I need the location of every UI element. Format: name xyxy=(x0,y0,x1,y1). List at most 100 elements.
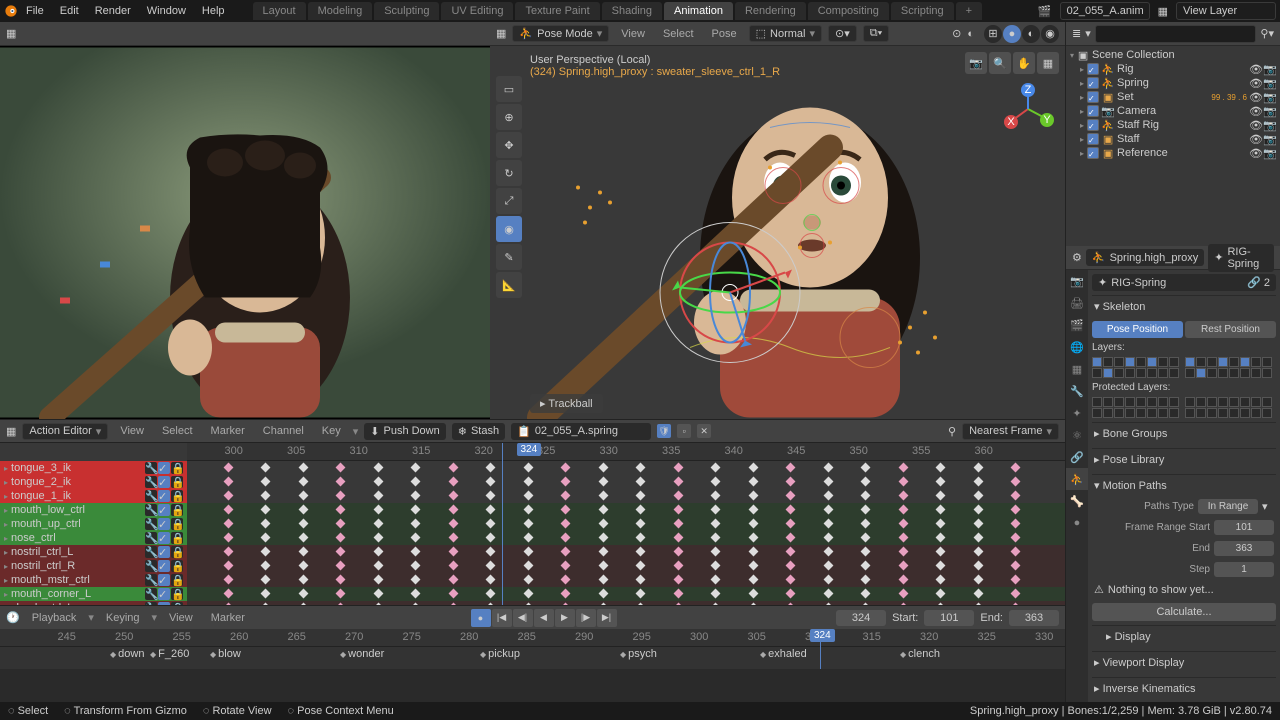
play-button[interactable]: ▶ xyxy=(555,609,575,627)
measure-tool[interactable]: 📐 xyxy=(496,272,522,298)
snap-select[interactable]: ⧉▾ xyxy=(863,25,889,42)
layer-cell[interactable] xyxy=(1251,408,1261,418)
tab-modeling[interactable]: Modeling xyxy=(308,2,373,20)
layer-cell[interactable] xyxy=(1136,397,1146,407)
layer-cell[interactable] xyxy=(1092,357,1102,367)
layer-cell[interactable] xyxy=(1092,408,1102,418)
layer-cell[interactable] xyxy=(1169,357,1179,367)
layer-cell[interactable] xyxy=(1251,357,1261,367)
protected-layer-grid[interactable] xyxy=(1092,397,1276,418)
layer-cell[interactable] xyxy=(1218,357,1228,367)
physics-tab-icon[interactable]: ⚛ xyxy=(1066,424,1088,446)
tab-add[interactable]: + xyxy=(956,2,982,20)
overlay-toggle[interactable]: ⊙ xyxy=(952,27,961,40)
view-layer-field[interactable] xyxy=(1176,2,1276,20)
keyframe-row[interactable] xyxy=(187,573,1065,587)
transform-tool[interactable]: ◉ xyxy=(496,216,522,242)
layer-cell[interactable] xyxy=(1169,368,1179,378)
editor-type-icon[interactable]: ▦ xyxy=(496,27,506,40)
zoom-icon[interactable]: 🔍 xyxy=(989,52,1011,74)
stash-button[interactable]: ❄ Stash xyxy=(452,423,505,440)
tab-shading[interactable]: Shading xyxy=(602,2,662,20)
layer-cell[interactable] xyxy=(1125,408,1135,418)
push-down-button[interactable]: ⬇ Push Down xyxy=(364,423,445,440)
object-name[interactable]: ⛹ Spring.high_proxy xyxy=(1086,249,1204,266)
layer-cell[interactable] xyxy=(1218,408,1228,418)
scale-tool[interactable]: ⤢ xyxy=(496,188,522,214)
outliner-item[interactable]: ▸⛹Rig👁📷 xyxy=(1066,62,1280,76)
rest-position-button[interactable]: Rest Position xyxy=(1185,321,1276,338)
playhead[interactable] xyxy=(502,443,503,605)
channel-row[interactable]: ▸tongue_1_ik🔧✓🔒 xyxy=(0,489,187,503)
pose-menu[interactable]: Pose xyxy=(706,27,743,41)
end-frame-field[interactable]: 363 xyxy=(1009,610,1059,626)
calculate-button[interactable]: Calculate... xyxy=(1092,603,1276,621)
layer-cell[interactable] xyxy=(1158,397,1168,407)
layer-cell[interactable] xyxy=(1125,357,1135,367)
action-editor-type[interactable]: Action Editor▾ xyxy=(22,423,108,440)
keyframe-row[interactable] xyxy=(187,545,1065,559)
editor-type-icon[interactable]: ▦ xyxy=(6,27,16,40)
outliner-item[interactable]: ▸▣Staff👁📷 xyxy=(1066,132,1280,146)
layer-cell[interactable] xyxy=(1125,397,1135,407)
next-key-button[interactable]: |▶ xyxy=(576,609,596,627)
output-tab-icon[interactable]: 🖨 xyxy=(1066,292,1088,314)
playback-menu[interactable]: Playback xyxy=(26,611,83,625)
tab-rendering[interactable]: Rendering xyxy=(735,2,806,20)
layer-cell[interactable] xyxy=(1196,408,1206,418)
select-tool[interactable]: ▭ xyxy=(496,76,522,102)
unlink-action-button[interactable]: ✕ xyxy=(697,424,711,438)
viewport-display-panel[interactable]: ▸ Viewport Display xyxy=(1092,651,1276,673)
layer-cell[interactable] xyxy=(1240,357,1250,367)
ae-view-menu[interactable]: View xyxy=(114,424,150,438)
channel-row[interactable]: ▸mouth_low_ctrl🔧✓🔒 xyxy=(0,503,187,517)
keyframe-row[interactable] xyxy=(187,475,1065,489)
frame-end-field[interactable]: 363 xyxy=(1214,541,1274,556)
timeline-ruler[interactable]: 2452502552602652702752802852902953003053… xyxy=(0,629,1065,647)
scene-name-field[interactable] xyxy=(1060,2,1150,20)
timeline[interactable]: 2452502552602652702752802852902953003053… xyxy=(0,629,1065,669)
channel-row[interactable]: ▸tongue_3_ik🔧✓🔒 xyxy=(0,461,187,475)
material-tab-icon[interactable]: ● xyxy=(1066,512,1088,534)
layer-cell[interactable] xyxy=(1262,408,1272,418)
modifier-tab-icon[interactable]: 🔧 xyxy=(1066,380,1088,402)
constraint-tab-icon[interactable]: 🔗 xyxy=(1066,446,1088,468)
tab-texture[interactable]: Texture Paint xyxy=(515,2,599,20)
snap-select[interactable]: Nearest Frame▾ xyxy=(962,423,1059,440)
layer-cell[interactable] xyxy=(1218,368,1228,378)
gizmo-toggle[interactable]: ◐ xyxy=(967,28,974,40)
outliner-scene-collection[interactable]: ▾▣Scene Collection xyxy=(1066,48,1280,62)
current-frame-indicator[interactable]: 324 xyxy=(810,629,835,642)
annotate-tool[interactable]: ✎ xyxy=(496,244,522,270)
layer-cell[interactable] xyxy=(1229,368,1239,378)
new-action-button[interactable]: ▫ xyxy=(677,424,691,438)
3d-viewport[interactable]: User Perspective (Local) (324) Spring.hi… xyxy=(490,46,1065,419)
scene-tab-icon[interactable]: 🎬 xyxy=(1066,314,1088,336)
layer-cell[interactable] xyxy=(1114,368,1124,378)
keyframe-row[interactable] xyxy=(187,559,1065,573)
channel-row[interactable]: ▸nose_ctrl🔧✓🔒 xyxy=(0,531,187,545)
layer-cell[interactable] xyxy=(1158,408,1168,418)
layer-cell[interactable] xyxy=(1240,368,1250,378)
layer-cell[interactable] xyxy=(1207,397,1217,407)
layer-cell[interactable] xyxy=(1114,397,1124,407)
layer-cell[interactable] xyxy=(1114,408,1124,418)
channel-row[interactable]: ▸mouth_corner_L🔧✓🔒 xyxy=(0,587,187,601)
prev-key-button[interactable]: ◀| xyxy=(513,609,533,627)
channel-row[interactable]: ▸nostril_ctrl_L🔧✓🔒 xyxy=(0,545,187,559)
dopesheet-area[interactable]: 3003053103153203253303353403453503553603… xyxy=(187,443,1065,605)
ae-key-menu[interactable]: Key xyxy=(316,424,347,438)
layer-cell[interactable] xyxy=(1207,368,1217,378)
keyframe-row[interactable] xyxy=(187,587,1065,601)
layer-cell[interactable] xyxy=(1103,397,1113,407)
outliner-search[interactable] xyxy=(1095,25,1257,43)
channel-row[interactable]: ▸tongue_2_ik🔧✓🔒 xyxy=(0,475,187,489)
layer-cell[interactable] xyxy=(1169,397,1179,407)
layer-cell[interactable] xyxy=(1251,368,1261,378)
layer-cell[interactable] xyxy=(1158,357,1168,367)
layer-cell[interactable] xyxy=(1262,357,1272,367)
edit-menu[interactable]: Edit xyxy=(52,5,87,17)
layer-cell[interactable] xyxy=(1262,368,1272,378)
layer-cell[interactable] xyxy=(1136,408,1146,418)
skeleton-panel[interactable]: ▾ Skeleton xyxy=(1092,295,1276,317)
